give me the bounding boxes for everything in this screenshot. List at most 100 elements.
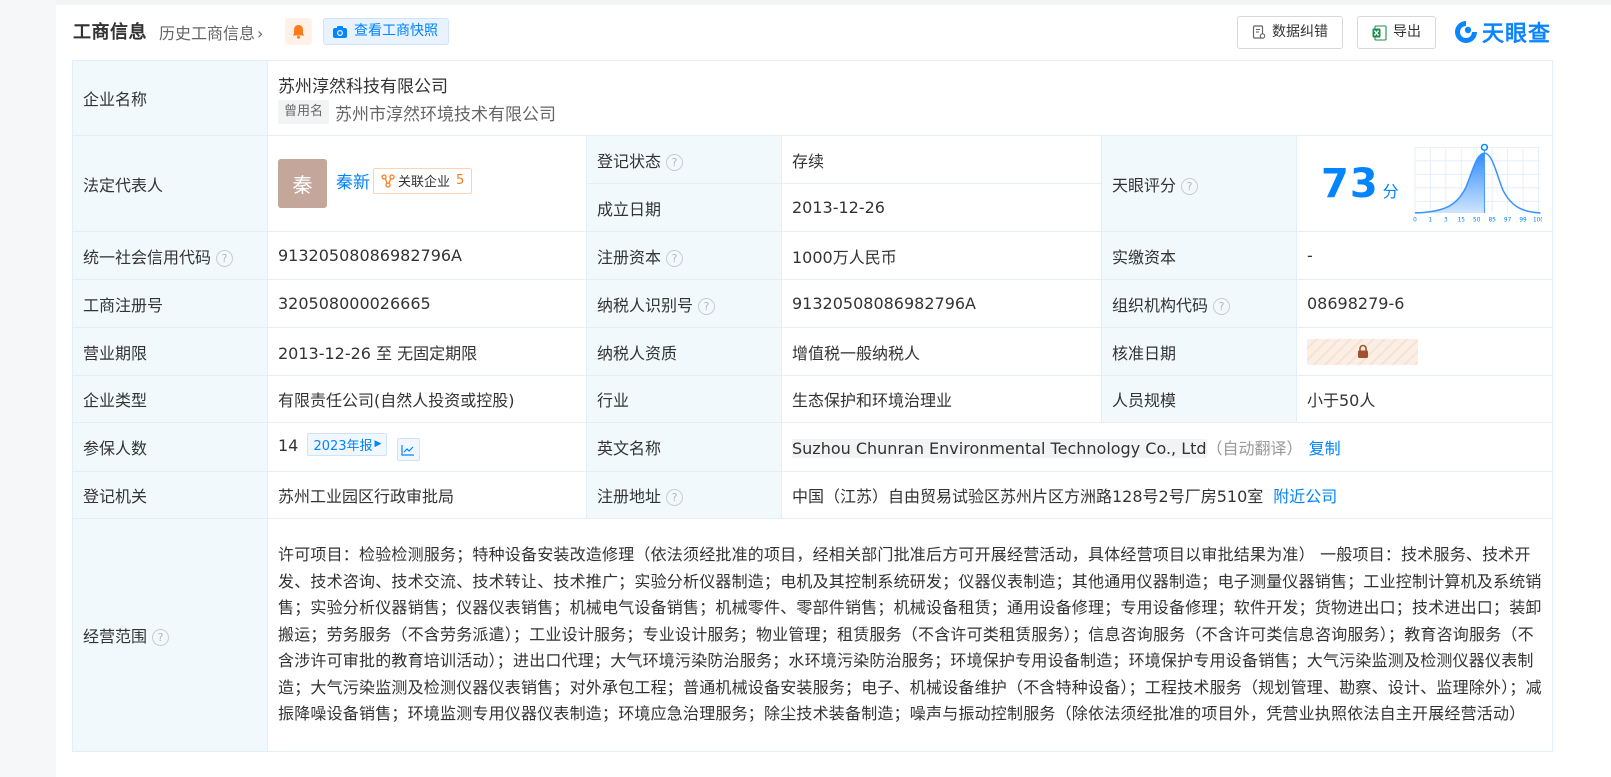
- address-label-cell: 注册地址?: [586, 471, 782, 519]
- excel-icon: [1372, 24, 1387, 41]
- row-reg-no: 工商注册号 320508000026665 纳税人识别号? 9132050808…: [72, 279, 1554, 328]
- english-name-label: 英文名称: [586, 422, 782, 472]
- term-label: 营业期限: [72, 327, 268, 376]
- help-icon[interactable]: ?: [1181, 177, 1199, 195]
- used-name-tag: 曾用名: [278, 100, 330, 124]
- help-icon[interactable]: ?: [216, 249, 234, 267]
- term-value: 2013-12-26 至 无固定期限: [267, 327, 587, 376]
- snapshot-button[interactable]: 查看工商快照: [323, 18, 449, 45]
- taxpayer-qual-value: 增值税一般纳税人: [781, 327, 1102, 376]
- staff-size-label: 人员规模: [1101, 375, 1297, 423]
- scope-value: 许可项目：检验检测服务；特种设备安装改造修理（依法须经批准的项目，经相关部门批准…: [266, 518, 1554, 752]
- network-icon: [381, 173, 395, 188]
- score-label: 天眼评分: [1112, 175, 1177, 195]
- row-scope: 经营范围? 许可项目：检验检测服务；特种设备安装改造修理（依法须经批准的项目，经…: [72, 518, 1554, 752]
- approve-date-cell: [1295, 327, 1554, 376]
- row-credit-code: 统一社会信用代码? 91320508086982796A 注册资本? 1000万…: [72, 231, 1554, 280]
- reg-status-value: 存续: [781, 135, 1102, 184]
- camera-icon: [333, 25, 347, 38]
- authority-value: 苏州工业园区行政审批局: [267, 471, 587, 519]
- score-cell[interactable]: 73 分 0 1 3 15 50 85 97 99 10: [1295, 135, 1554, 232]
- data-correction-button[interactable]: 数据纠错: [1237, 16, 1343, 49]
- score-axis-ticks: 0 1 3 15 50 85 97 99 100: [1413, 217, 1542, 223]
- found-date-value: 2013-12-26: [781, 183, 1102, 232]
- scope-label: 经营范围: [83, 627, 148, 646]
- annual-report-label: 2023年报: [313, 438, 373, 454]
- history-link[interactable]: 历史工商信息 ›: [159, 20, 263, 44]
- score-tick: 0: [1413, 217, 1417, 223]
- trend-chart-button[interactable]: [396, 438, 420, 462]
- logo-eye-icon: [1455, 21, 1477, 43]
- help-icon[interactable]: ?: [1213, 297, 1231, 315]
- score-distribution-chart: 0 1 3 15 50 85 97 99 100: [1413, 143, 1542, 223]
- reg-no-label: 工商注册号: [72, 279, 268, 328]
- row-insured: 参保人数 14 2023年报 ▶ 英文名称 Suzhou Chunran Envi…: [72, 422, 1554, 472]
- company-type-value: 有限责任公司(自然人投资或控股): [267, 375, 587, 423]
- lock-icon: [1357, 344, 1368, 358]
- reg-status-label-cell: 登记状态?: [586, 135, 782, 184]
- history-link-label: 历史工商信息: [159, 24, 256, 43]
- section-header: 工商信息 历史工商信息 › 查看工商快照 数据纠错 导出 天眼查: [73, 14, 1603, 50]
- taxpayer-id-value: 91320508086982796A: [781, 279, 1102, 328]
- found-date-label: 成立日期: [586, 183, 782, 232]
- score-tick: 15: [1457, 217, 1465, 223]
- related-companies-label: 关联企业: [398, 175, 451, 190]
- copy-link[interactable]: 复制: [1309, 439, 1341, 458]
- edit-doc-icon: [1252, 25, 1266, 39]
- help-icon[interactable]: ?: [152, 629, 170, 646]
- score-tick: 85: [1488, 217, 1496, 223]
- snapshot-button-label: 查看工商快照: [354, 23, 438, 39]
- top-divider: [56, 0, 1611, 5]
- company-type-label: 企业类型: [72, 375, 268, 423]
- company-name-cell: 苏州淳然科技有限公司 曾用名 苏州市淳然环境技术有限公司: [266, 60, 1554, 136]
- help-icon[interactable]: ?: [666, 153, 684, 171]
- export-button[interactable]: 导出: [1357, 16, 1436, 49]
- row-company-name: 企业名称 苏州淳然科技有限公司 曾用名 苏州市淳然环境技术有限公司: [72, 60, 1554, 136]
- tianyancha-logo: 天眼查: [1453, 16, 1551, 48]
- paid-capital-label: 实缴资本: [1101, 231, 1297, 280]
- credit-code-label: 统一社会信用代码: [83, 247, 212, 267]
- industry-value: 生态保护和环境治理业: [781, 375, 1102, 423]
- reg-no-value: 320508000026665: [267, 279, 587, 328]
- related-companies-tag[interactable]: 关联企业 5: [373, 167, 473, 194]
- taxpayer-id-label-cell: 纳税人识别号?: [586, 279, 782, 328]
- org-code-label-cell: 组织机构代码?: [1101, 279, 1297, 328]
- insured-label: 参保人数: [72, 422, 268, 472]
- left-gutter: [0, 0, 56, 777]
- score-tick: 97: [1504, 217, 1512, 223]
- reg-status-label: 登记状态: [597, 151, 662, 171]
- org-code-value: 08698279-6: [1295, 279, 1554, 328]
- reg-capital-value: 1000万人民币: [781, 231, 1102, 280]
- avatar: 秦: [278, 159, 327, 208]
- locked-value[interactable]: [1307, 338, 1418, 365]
- approve-date-label: 核准日期: [1101, 327, 1297, 376]
- line-chart-icon: [401, 444, 415, 456]
- score-label-cell: 天眼评分?: [1101, 135, 1297, 232]
- auto-translate-note: （自动翻译）: [1206, 439, 1303, 458]
- legal-rep-name-link[interactable]: 秦新: [336, 168, 370, 193]
- company-name-label: 企业名称: [72, 60, 268, 136]
- credit-code-label-cell: 统一社会信用代码?: [72, 231, 268, 280]
- paid-capital-value: -: [1295, 231, 1554, 280]
- reg-capital-label-cell: 注册资本?: [586, 231, 782, 280]
- company-name: 苏州淳然科技有限公司: [278, 76, 448, 97]
- chevron-right-icon: ›: [257, 24, 264, 43]
- annual-report-dropdown[interactable]: 2023年报 ▶: [307, 432, 388, 456]
- help-icon[interactable]: ?: [666, 249, 684, 267]
- address-cell: 中国（江苏）自由贸易试验区苏州片区方洲路128号2号厂房510室 附近公司: [780, 471, 1554, 519]
- help-icon[interactable]: ?: [698, 297, 716, 315]
- related-companies-count: 5: [456, 173, 465, 188]
- staff-size-value: 小于50人: [1295, 375, 1554, 423]
- score-tick: 99: [1519, 217, 1527, 223]
- score-tick: 50: [1473, 217, 1481, 223]
- address-value: 中国（江苏）自由贸易试验区苏州片区方洲路128号2号厂房510室: [792, 487, 1264, 506]
- score-tick: 1: [1428, 217, 1432, 223]
- score-marker: [1480, 143, 1488, 151]
- nearby-companies-link[interactable]: 附近公司: [1273, 487, 1337, 506]
- help-icon[interactable]: ?: [666, 489, 684, 506]
- data-correction-label: 数据纠错: [1272, 24, 1328, 40]
- monitor-bell-button[interactable]: [285, 18, 312, 45]
- section-title: 工商信息: [73, 22, 147, 43]
- score-value: 73: [1321, 160, 1379, 207]
- bell-icon: [292, 25, 305, 39]
